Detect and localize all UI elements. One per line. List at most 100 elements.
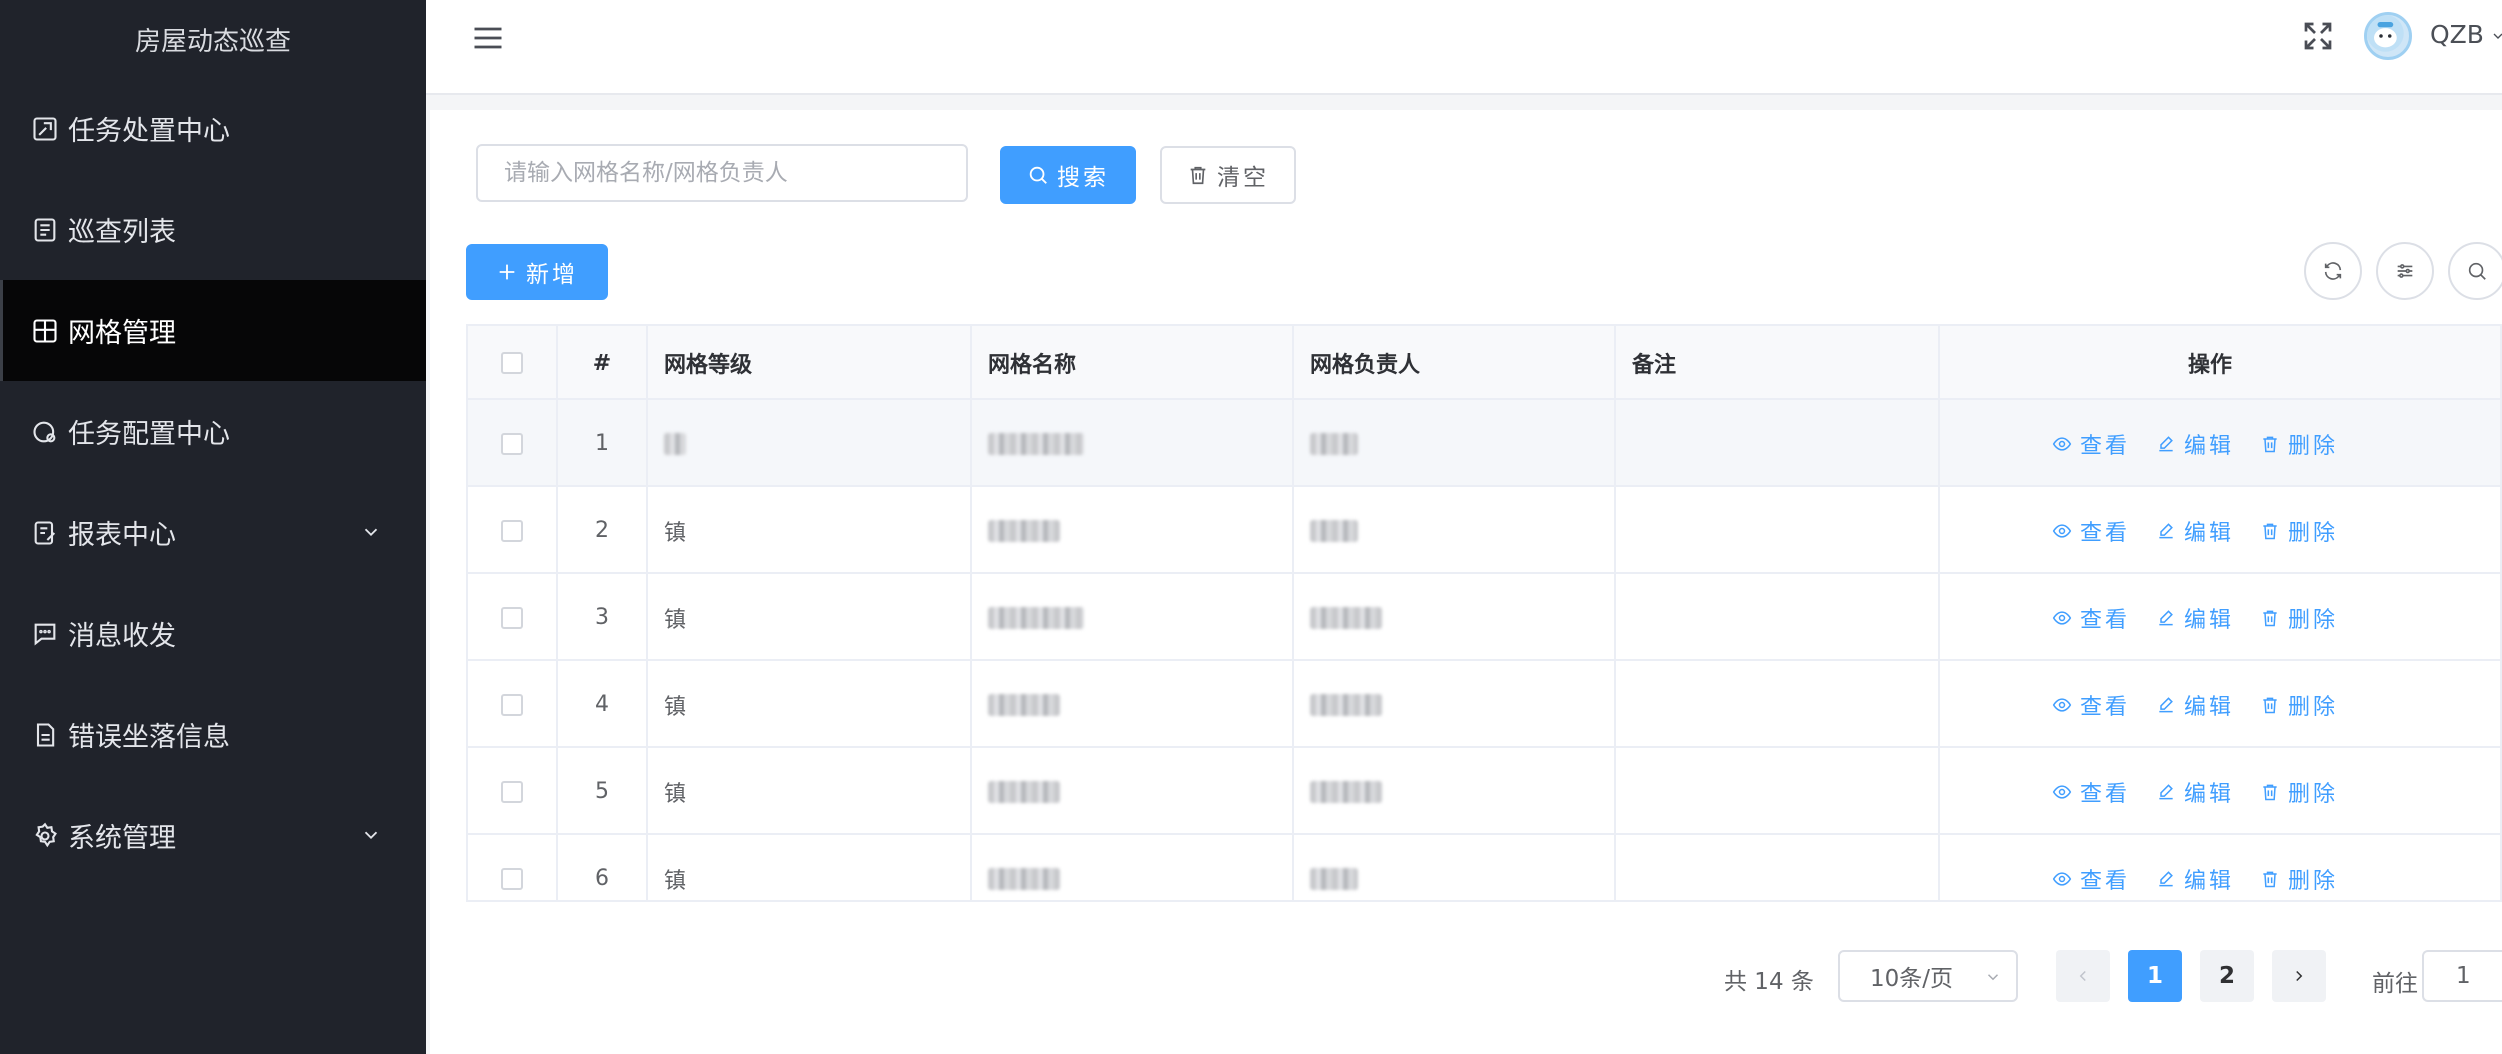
grid-remark-cell	[1616, 400, 1940, 487]
page-size-select[interactable]: 10条/页	[1838, 950, 2018, 1002]
grid-name-cell	[972, 487, 1294, 574]
grid-name-cell	[972, 835, 1294, 900]
grid-level: 镇	[664, 868, 687, 894]
trash-icon	[2263, 784, 2277, 800]
row-checkbox[interactable]	[501, 780, 523, 803]
sidebar-item-grid-management[interactable]: 网格管理	[0, 280, 426, 381]
table-row[interactable]: 3 镇 查看 编辑 删除	[468, 574, 2500, 661]
edit-button[interactable]: 编辑	[2156, 515, 2234, 547]
trash-icon	[1190, 166, 1206, 185]
sidebar: 房屋动态巡查 任务处置中心 巡查列表 网格管理 任务配置中心 报表中心 消息收发…	[0, 0, 426, 1054]
row-checkbox[interactable]	[501, 693, 523, 716]
view-button[interactable]: 查看	[2052, 776, 2130, 808]
sidebar-item-messages[interactable]: 消息收发	[0, 583, 426, 684]
toggle-search-button[interactable]	[2448, 242, 2502, 300]
eye-icon	[2052, 523, 2072, 538]
edit-button[interactable]: 编辑	[2156, 863, 2234, 895]
grid-table: # 网格等级 网格名称 网格负责人 备注 操作 1 查看 编辑 删除 2 镇 查…	[466, 324, 2502, 902]
grid-owner-cell	[1294, 661, 1616, 748]
delete-button[interactable]: 删除	[2260, 863, 2338, 895]
select-all-cell	[468, 326, 558, 400]
add-button-label: 新增	[526, 262, 578, 288]
page-button-2[interactable]: 2	[2200, 950, 2254, 1002]
table-row[interactable]: 5 镇 查看 编辑 删除	[468, 748, 2500, 835]
edit-button[interactable]: 编辑	[2156, 428, 2234, 460]
edit-icon	[2159, 435, 2173, 451]
column-settings-button[interactable]	[2376, 242, 2434, 300]
delete-button[interactable]: 删除	[2260, 602, 2338, 634]
grid-owner-cell	[1294, 574, 1616, 661]
eye-icon	[2052, 871, 2072, 886]
search-button[interactable]: 搜索	[1000, 146, 1136, 204]
grid-owner-redacted	[1310, 519, 1358, 542]
edit-button[interactable]: 编辑	[2156, 602, 2234, 634]
next-page-button[interactable]	[2272, 950, 2326, 1002]
sidebar-item-patrol-list[interactable]: 巡查列表	[0, 179, 426, 280]
grid-level: 镇	[664, 520, 687, 546]
add-button[interactable]: 新增	[466, 244, 608, 300]
menu-toggle-icon[interactable]	[470, 20, 506, 56]
trash-icon	[2263, 523, 2277, 539]
view-button[interactable]: 查看	[2052, 602, 2130, 634]
view-button[interactable]: 查看	[2052, 515, 2130, 547]
column-header-index: #	[558, 326, 648, 400]
grid-level-cell: 镇	[648, 835, 972, 900]
prev-page-button[interactable]	[2056, 950, 2110, 1002]
row-index: 3	[558, 574, 648, 661]
page-button-1[interactable]: 1	[2128, 950, 2182, 1002]
select-all-checkbox[interactable]	[501, 352, 523, 374]
table-row[interactable]: 4 镇 查看 编辑 删除	[468, 661, 2500, 748]
row-select-cell	[468, 574, 558, 661]
clear-button[interactable]: 清空	[1160, 146, 1296, 204]
table-row[interactable]: 2 镇 查看 编辑 删除	[468, 487, 2500, 574]
view-button[interactable]: 查看	[2052, 863, 2130, 895]
row-actions: 查看 编辑 删除	[2052, 574, 2338, 661]
sidebar-item-system-management[interactable]: 系统管理	[0, 785, 426, 886]
table-row[interactable]: 1 查看 编辑 删除	[468, 400, 2500, 487]
delete-button[interactable]: 删除	[2260, 689, 2338, 721]
view-button[interactable]: 查看	[2052, 689, 2130, 721]
username[interactable]: QZB	[2430, 20, 2484, 49]
row-index: 4	[558, 661, 648, 748]
row-select-cell	[468, 487, 558, 574]
row-checkbox[interactable]	[501, 519, 523, 542]
edit-button[interactable]: 编辑	[2156, 689, 2234, 721]
view-button[interactable]: 查看	[2052, 428, 2130, 460]
grid-owner-redacted	[1310, 606, 1382, 629]
row-checkbox[interactable]	[501, 867, 523, 890]
sidebar-item-task-config[interactable]: 任务配置中心	[0, 381, 426, 482]
refresh-button[interactable]	[2304, 242, 2362, 300]
sidebar-item-label: 任务配置中心	[68, 419, 230, 450]
goto-page-input[interactable]: 1	[2422, 950, 2502, 1002]
row-actions: 查看 编辑 删除	[2052, 661, 2338, 748]
grid-remark-cell	[1616, 574, 1940, 661]
grid-owner-redacted	[1310, 867, 1358, 890]
chevron-down-icon[interactable]	[2490, 28, 2502, 44]
sidebar-item-report-center[interactable]: 报表中心	[0, 482, 426, 583]
edit-icon	[2159, 870, 2173, 886]
row-checkbox[interactable]	[501, 606, 523, 629]
edit-label: 编辑	[2184, 520, 2235, 546]
row-index: 1	[558, 400, 648, 487]
grid-level-cell	[648, 400, 972, 487]
delete-button[interactable]: 删除	[2260, 515, 2338, 547]
edit-button[interactable]: 编辑	[2156, 776, 2234, 808]
sidebar-item-error-location[interactable]: 错误坐落信息	[0, 684, 426, 785]
delete-button[interactable]: 删除	[2260, 776, 2338, 808]
fullscreen-icon[interactable]	[2300, 18, 2336, 54]
goto-label: 前往	[2372, 971, 2418, 997]
trash-icon	[2263, 871, 2277, 887]
table-row[interactable]: 6 镇 查看 编辑 删除	[468, 835, 2500, 900]
avatar[interactable]	[2364, 12, 2412, 60]
row-checkbox[interactable]	[501, 432, 523, 455]
grid-owner-cell	[1294, 400, 1616, 487]
grid-name-cell	[972, 748, 1294, 835]
eye-icon	[2052, 436, 2072, 451]
delete-label: 删除	[2288, 433, 2339, 459]
message-icon	[30, 619, 60, 649]
search-input[interactable]	[476, 144, 968, 202]
search-icon	[1029, 166, 1047, 184]
grid-name-redacted	[988, 693, 1060, 716]
delete-button[interactable]: 删除	[2260, 428, 2338, 460]
sidebar-item-task-center[interactable]: 任务处置中心	[0, 78, 426, 179]
